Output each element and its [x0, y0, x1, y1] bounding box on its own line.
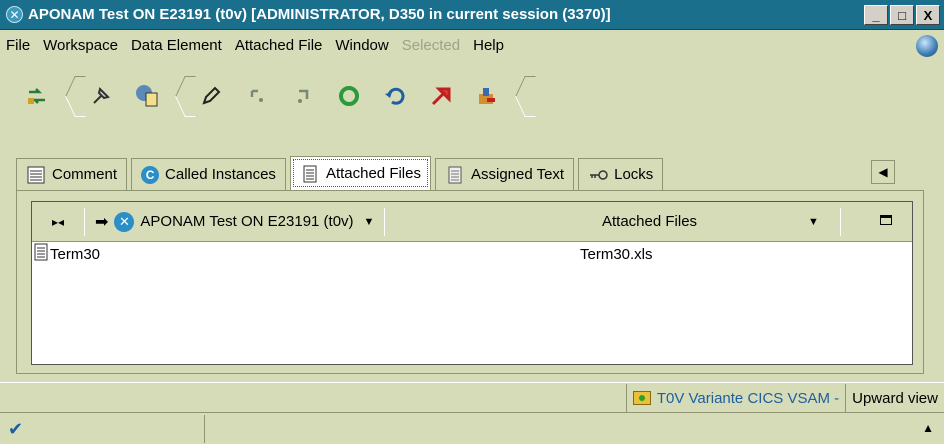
maximize-grid-icon[interactable] — [880, 215, 892, 225]
status-bar: T0V Variante CICS VSAM - Upward view — [0, 382, 944, 412]
menu-bar: File Workspace Data Element Attached Fil… — [0, 30, 944, 60]
menu-data-element[interactable]: Data Element — [131, 37, 222, 54]
comment-icon — [26, 165, 46, 185]
globe-icon — [916, 35, 938, 57]
row-file: Term30.xls — [580, 245, 653, 263]
header-separator — [840, 208, 841, 236]
scroll-up-icon[interactable]: ▲ — [922, 421, 934, 435]
toolbar-separator — [512, 72, 526, 120]
tab-comment[interactable]: Comment — [16, 158, 128, 190]
tab-bar: Comment C Called Instances Attached File… — [16, 156, 667, 190]
called-instances-icon: C — [141, 165, 160, 184]
check-icon: ✔ — [8, 419, 24, 439]
collapse-icon[interactable] — [284, 76, 322, 116]
tools-icon[interactable] — [468, 76, 506, 116]
refresh-icon[interactable] — [18, 76, 56, 116]
document-icon — [300, 164, 320, 184]
recycle-icon[interactable] — [330, 76, 368, 116]
toolbar-separator — [172, 72, 186, 120]
instance-title: APONAM Test ON E23191 (t0v) — [140, 213, 354, 230]
tab-label: Locks — [614, 166, 654, 183]
menu-workspace[interactable]: Workspace — [43, 37, 118, 54]
column-dropdown-icon[interactable]: ▼ — [808, 216, 819, 228]
row-name: Term30 — [50, 245, 101, 263]
undo-icon[interactable] — [376, 76, 414, 116]
column-header-attached-files[interactable]: Attached Files — [602, 213, 697, 230]
status-right: T0V Variante CICS VSAM - Upward view — [625, 383, 944, 413]
tab-label: Comment — [52, 166, 118, 183]
header-separator — [384, 207, 386, 236]
menu-attached-file[interactable]: Attached File — [235, 37, 323, 54]
close-button[interactable]: X — [916, 5, 940, 25]
red-arrow-icon[interactable] — [422, 76, 460, 116]
app-icon: ✕ — [6, 6, 23, 23]
menu-file[interactable]: File — [6, 37, 30, 54]
tab-attached-files[interactable]: Attached Files — [289, 156, 431, 190]
view-mode[interactable]: Upward view — [845, 384, 944, 412]
tab-locks[interactable]: Locks — [578, 158, 664, 190]
text-icon — [445, 165, 465, 185]
tab-label: Attached Files — [325, 165, 421, 182]
environment-link[interactable]: T0V Variante CICS VSAM - — [625, 384, 845, 412]
toolbar — [14, 66, 528, 126]
instance-dropdown-icon[interactable]: ▼ — [364, 216, 375, 228]
maximize-button[interactable]: □ — [890, 5, 914, 25]
table-row[interactable]: Term30 Term30.xls — [32, 242, 912, 266]
bottom-separator — [204, 415, 205, 443]
attached-files-grid: ▸◂ ➡ ✕ APONAM Test ON E23191 (t0v) ▼ Att… — [31, 201, 913, 365]
document-icon — [34, 243, 48, 265]
grid-header: ▸◂ ➡ ✕ APONAM Test ON E23191 (t0v) ▼ Att… — [32, 202, 912, 242]
attached-files-panel: ▸◂ ➡ ✕ APONAM Test ON E23191 (t0v) ▼ Att… — [16, 190, 924, 374]
arrow-right-icon: ➡ — [95, 213, 109, 231]
menu-window[interactable]: Window — [335, 37, 388, 54]
expand-icon[interactable] — [238, 76, 276, 116]
edit-icon[interactable] — [192, 76, 230, 116]
key-icon — [588, 165, 608, 185]
menu-selected: Selected — [401, 36, 461, 54]
tab-label: Assigned Text — [470, 166, 565, 183]
nav-icon[interactable]: ▸◂ — [32, 215, 84, 229]
title-bar: ✕ APONAM Test ON E23191 (t0v) [ADMINISTR… — [0, 0, 944, 30]
window-controls: _ □ X — [864, 5, 940, 25]
tab-assigned-text[interactable]: Assigned Text — [434, 158, 575, 190]
environment-label: T0V Variante CICS VSAM - — [656, 389, 840, 407]
minimize-button[interactable]: _ — [864, 5, 888, 25]
folder-icon — [632, 391, 651, 405]
window-title: APONAM Test ON E23191 (t0v) [ADMINISTRAT… — [28, 6, 611, 23]
instance-icon: ✕ — [114, 211, 135, 232]
menu-help[interactable]: Help — [473, 37, 504, 54]
upload-icon[interactable] — [128, 76, 166, 116]
tab-called-instances[interactable]: C Called Instances — [131, 158, 286, 190]
tab-scroll-left-button[interactable]: ◀ — [871, 160, 895, 184]
bottom-bar: ✔ ▲ — [0, 412, 944, 444]
tab-label: Called Instances — [165, 166, 276, 183]
pin-icon[interactable] — [82, 76, 120, 116]
toolbar-separator — [62, 72, 76, 120]
header-separator — [84, 207, 85, 236]
